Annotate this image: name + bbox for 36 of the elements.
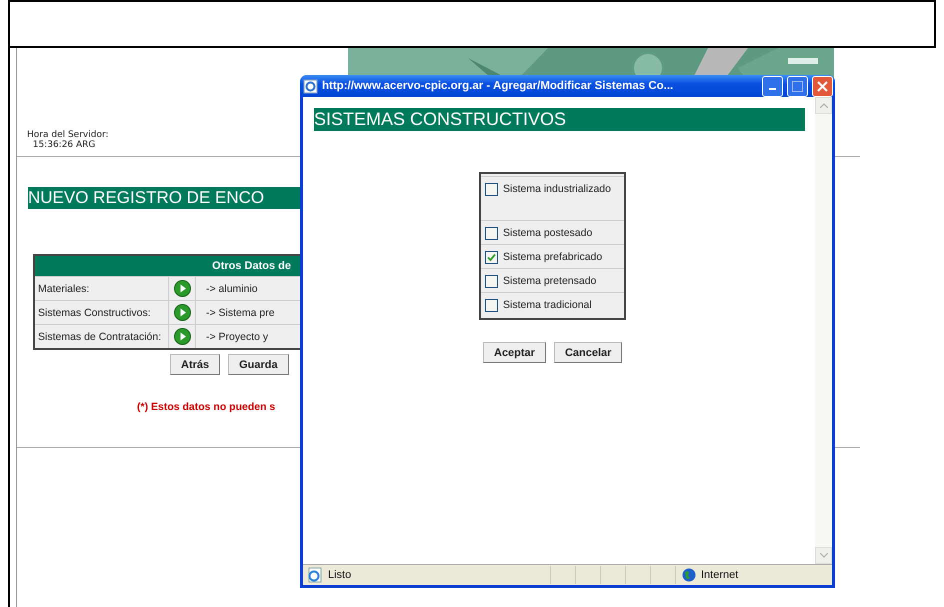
row-label: Sistemas Constructivos:	[35, 301, 169, 324]
maximize-button[interactable]	[787, 76, 808, 96]
form-button[interactable]: Atrás	[170, 354, 220, 375]
checkbox[interactable]	[485, 251, 498, 264]
dialog-button[interactable]: Cancelar	[554, 342, 622, 363]
close-button[interactable]	[812, 76, 833, 96]
page-title: NUEVO REGISTRO DE ENCO	[28, 188, 264, 208]
table-header: Otros Datos de	[212, 260, 291, 272]
globe-icon	[682, 568, 696, 582]
page-icon	[306, 567, 324, 583]
play-icon[interactable]	[174, 304, 190, 321]
option-item[interactable]: Sistema industrializado	[481, 176, 624, 220]
dialog-heading: SISTEMAS CONSTRUCTIVOS	[314, 109, 566, 130]
option-item[interactable]: Sistema pretensado	[481, 268, 624, 292]
minimize-button[interactable]	[762, 76, 783, 96]
checkbox[interactable]	[485, 227, 498, 240]
checkbox[interactable]	[485, 299, 498, 312]
form-button[interactable]: Guarda	[228, 354, 289, 375]
play-icon[interactable]	[174, 328, 190, 345]
close-icon	[817, 80, 828, 92]
window-title: http://www.acervo-cpic.org.ar - Agregar/Modificar Sistemas Co...	[322, 80, 674, 92]
maximize-icon	[792, 80, 803, 92]
option-item[interactable]: Sistema tradicional	[481, 292, 624, 316]
server-time: Hora del Servidor: 15:36:26 ARG	[27, 130, 110, 150]
option-item[interactable]: Sistema prefabricado	[481, 244, 624, 268]
dialog-button[interactable]: Aceptar	[483, 342, 546, 363]
browser-icon	[303, 78, 318, 94]
row-label: Materiales:	[35, 277, 169, 300]
play-icon[interactable]	[174, 280, 190, 297]
checkbox[interactable]	[485, 183, 498, 196]
warning-note: (*) Estos datos no pueden s	[137, 401, 276, 413]
checkbox[interactable]	[485, 275, 498, 288]
status-text: Listo	[328, 569, 352, 581]
option-item[interactable]: Sistema postesado	[481, 220, 624, 244]
row-label: Sistemas de Contratación:	[35, 325, 169, 348]
zone-text: Internet	[701, 569, 738, 581]
